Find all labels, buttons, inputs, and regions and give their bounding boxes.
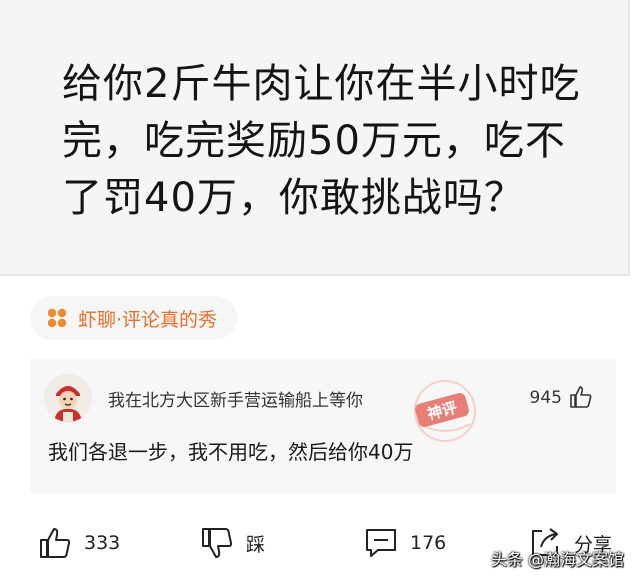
post-card: 给你2斤牛肉让你在半小时吃完，吃完奖励50万元，吃不了罚40万，你敢挑战吗？ xyxy=(0,0,630,276)
like-button[interactable]: 333 xyxy=(38,518,120,568)
flower-dots-icon xyxy=(47,308,67,328)
dislike-button[interactable]: 踩 xyxy=(200,518,265,568)
comment-username[interactable]: 我在北方大区新手营运输船上等你 xyxy=(108,386,363,411)
thumbs-up-icon xyxy=(40,528,71,558)
topic-label: 虾聊·评论真的秀 xyxy=(78,308,218,331)
comment-like-count: 945 xyxy=(529,388,562,408)
comment-card[interactable]: 我在北方大区新手营运输船上等你 神评 945 我们各退一步，我不用吃，然后给你4… xyxy=(30,358,616,494)
comment-count: 176 xyxy=(410,532,447,554)
thumbs-down-icon xyxy=(202,528,233,558)
avatar[interactable] xyxy=(44,374,92,422)
watermark: 头条 @瀚海文案馆 xyxy=(490,550,624,569)
comment-bubble-icon xyxy=(366,529,396,557)
topic-chip[interactable]: 虾聊·评论真的秀 xyxy=(30,296,238,340)
thumbs-up-icon[interactable] xyxy=(568,384,594,410)
comment-text: 我们各退一步，我不用吃，然后给你40万 xyxy=(48,440,414,464)
post-text: 给你2斤牛肉让你在半小时吃完，吃完奖励50万元，吃不了罚40万，你敢挑战吗？ xyxy=(62,61,581,221)
dislike-label: 踩 xyxy=(246,533,266,556)
avatar-cartoon-icon xyxy=(44,374,92,422)
hot-comment-badge-icon: 神评 xyxy=(414,380,476,442)
comment-button[interactable]: 176 xyxy=(364,518,446,568)
like-count: 333 xyxy=(84,532,121,554)
